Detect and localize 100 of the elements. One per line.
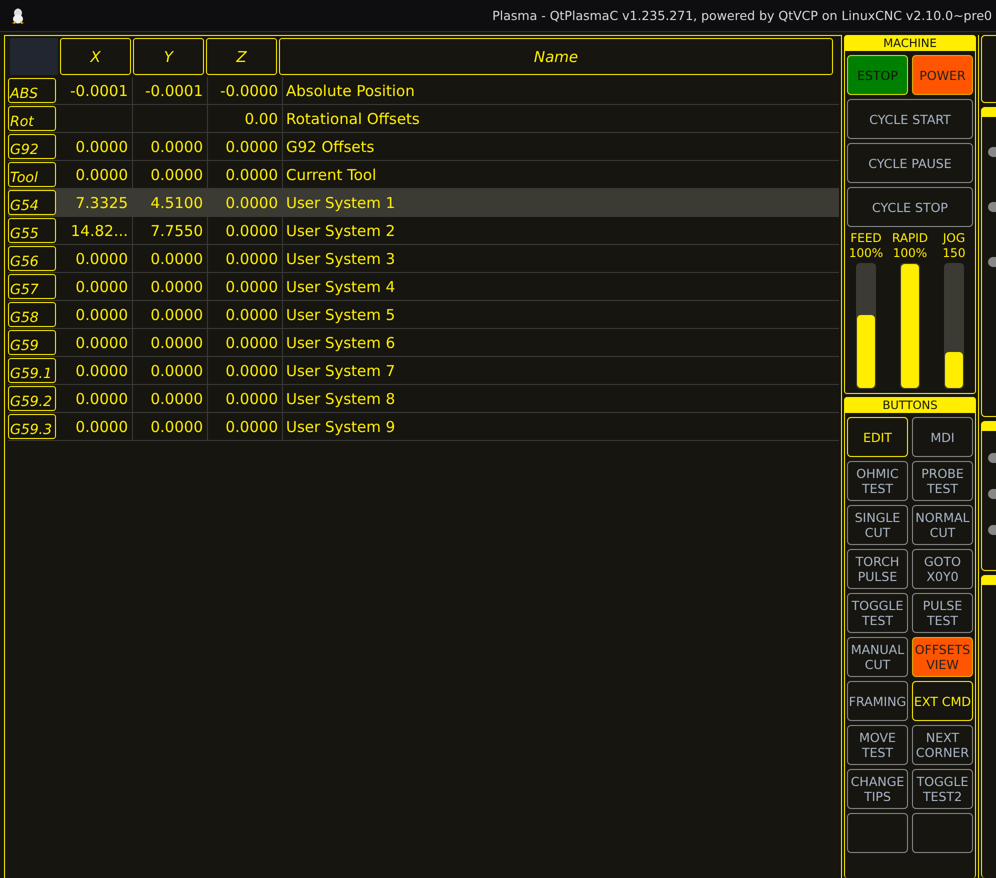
column-header[interactable]: Y xyxy=(133,38,204,75)
table-cell: 0.0000 xyxy=(150,138,203,156)
table-row[interactable]: G92 0.0000 0.0000 0.0000 G92 Offsets xyxy=(8,133,839,161)
table-cell: 0.0000 xyxy=(76,306,128,324)
user-button[interactable]: TORCH PULSE xyxy=(847,549,908,589)
column-header[interactable]: Name xyxy=(279,38,833,75)
control-button[interactable]: ESTOP xyxy=(847,55,908,95)
table-cell: 0.0000 xyxy=(226,362,278,380)
slider-label: JOG xyxy=(942,231,966,246)
table-row[interactable]: Rot 0.00 Rotational Offsets xyxy=(8,105,839,133)
user-button[interactable]: MDI xyxy=(912,417,973,457)
table-cell: 4.5100 xyxy=(150,194,203,212)
user-button[interactable] xyxy=(912,813,973,853)
user-button[interactable]: FRAMING xyxy=(847,681,908,721)
cycle-button[interactable]: CYCLE STOP xyxy=(847,187,973,227)
user-button[interactable]: EXT CMD xyxy=(912,681,973,721)
table-cell: 0.0000 xyxy=(76,390,128,408)
panel-title: MACHINE xyxy=(845,36,975,51)
user-button[interactable]: SINGLE CUT xyxy=(847,505,908,545)
row-header[interactable]: Rot xyxy=(8,106,56,131)
row-header[interactable]: Tool xyxy=(8,162,56,187)
row-header[interactable]: G59.2 xyxy=(8,386,56,411)
table-cell: 0.0000 xyxy=(150,166,203,184)
table-cell: 0.0000 xyxy=(226,278,278,296)
cycle-button[interactable]: CYCLE PAUSE xyxy=(847,143,973,183)
app-icon xyxy=(11,8,25,24)
table-cell: 0.0000 xyxy=(150,362,203,380)
table-row[interactable]: ABS -0.0001 -0.0001 -0.0000 Absolute Position xyxy=(8,77,839,105)
row-header[interactable]: ABS xyxy=(8,78,56,103)
table-cell: User System 6 xyxy=(286,334,396,352)
table-row[interactable]: G55 14.82... 7.7550 0.0000 User System 2 xyxy=(8,217,839,245)
table-cell: 0.0000 xyxy=(76,250,128,268)
table-row[interactable]: G57 0.0000 0.0000 0.0000 User System 4 xyxy=(8,273,839,301)
side-panel xyxy=(981,35,996,103)
row-header[interactable]: G59.3 xyxy=(8,414,56,439)
table-cell: Absolute Position xyxy=(286,82,415,100)
table-row[interactable]: G59.1 0.0000 0.0000 0.0000 User System 7 xyxy=(8,357,839,385)
slider-reading: 100% xyxy=(848,246,884,261)
table-cell: 0.0000 xyxy=(226,250,278,268)
user-button[interactable]: TOGGLE TEST xyxy=(847,593,908,633)
user-button[interactable]: MANUAL CUT xyxy=(847,637,908,677)
table-cell: 0.0000 xyxy=(150,418,203,436)
table-cell: 7.7550 xyxy=(150,222,203,240)
table-row[interactable]: G56 0.0000 0.0000 0.0000 User System 3 xyxy=(8,245,839,273)
user-button[interactable] xyxy=(847,813,908,853)
column-header[interactable]: Z xyxy=(206,38,277,75)
table-cell: G92 Offsets xyxy=(286,138,374,156)
radio-icon xyxy=(988,202,996,212)
user-button[interactable]: TOGGLE TEST2 xyxy=(912,769,973,809)
table-cell: 0.0000 xyxy=(76,138,128,156)
column-header[interactable]: X xyxy=(60,38,131,75)
table-cell: 0.0000 xyxy=(226,418,278,436)
radio-icon xyxy=(988,257,996,267)
user-button[interactable]: OFFSETS VIEW xyxy=(912,637,973,677)
user-button[interactable]: MOVE TEST xyxy=(847,725,908,765)
row-header[interactable]: G55 xyxy=(8,218,56,243)
row-header[interactable]: G92 xyxy=(8,134,56,159)
user-button[interactable]: CHANGE TIPS xyxy=(847,769,908,809)
row-header[interactable]: G56 xyxy=(8,246,56,271)
table-row[interactable]: G59 0.0000 0.0000 0.0000 User System 6 xyxy=(8,329,839,357)
table-cell: 0.00 xyxy=(244,110,278,128)
slider-track[interactable] xyxy=(856,263,876,389)
table-cell: Rotational Offsets xyxy=(286,110,420,128)
slider-track[interactable] xyxy=(944,263,964,389)
table-cell: -0.0001 xyxy=(70,82,128,100)
slider-reading: 150 xyxy=(942,246,966,261)
radio-icon xyxy=(988,453,996,463)
user-button[interactable]: EDIT xyxy=(847,417,908,457)
user-button[interactable]: NORMAL CUT xyxy=(912,505,973,545)
radio-icon xyxy=(988,525,996,535)
table-cell: Current Tool xyxy=(286,166,376,184)
cycle-button[interactable]: CYCLE START xyxy=(847,99,973,139)
row-header[interactable]: G54 xyxy=(8,190,56,215)
slider-label: FEED xyxy=(850,231,882,246)
table-row[interactable]: G59.3 0.0000 0.0000 0.0000 User System 9 xyxy=(8,413,839,441)
table-cell: User System 8 xyxy=(286,390,396,408)
table-cell: 0.0000 xyxy=(76,166,128,184)
row-header[interactable]: G59.1 xyxy=(8,358,56,383)
row-header[interactable]: G57 xyxy=(8,274,56,299)
radio-icon xyxy=(988,489,996,499)
table-row[interactable]: G54 7.3325 4.5100 0.0000 User System 1 xyxy=(8,189,839,217)
user-button[interactable]: PROBE TEST xyxy=(912,461,973,501)
control-button[interactable]: POWER xyxy=(912,55,973,95)
table-row[interactable]: G59.2 0.0000 0.0000 0.0000 User System 8 xyxy=(8,385,839,413)
row-header[interactable]: G59 xyxy=(8,330,56,355)
table-cell: User System 9 xyxy=(286,418,396,436)
table-cell: 0.0000 xyxy=(150,390,203,408)
radio-icon xyxy=(988,147,996,157)
table-cell: 0.0000 xyxy=(76,334,128,352)
row-header[interactable]: G58 xyxy=(8,302,56,327)
user-button[interactable]: GOTO X0Y0 xyxy=(912,549,973,589)
user-button[interactable]: OHMIC TEST xyxy=(847,461,908,501)
table-cell: 0.0000 xyxy=(150,306,203,324)
table-cell: 0.0000 xyxy=(226,390,278,408)
user-button[interactable]: NEXT CORNER xyxy=(912,725,973,765)
table-cell: 14.82... xyxy=(70,222,128,240)
table-cell: 0.0000 xyxy=(76,418,128,436)
table-row[interactable]: G58 0.0000 0.0000 0.0000 User System 5 xyxy=(8,301,839,329)
table-cell: User System 7 xyxy=(286,362,396,380)
user-button[interactable]: PULSE TEST xyxy=(912,593,973,633)
